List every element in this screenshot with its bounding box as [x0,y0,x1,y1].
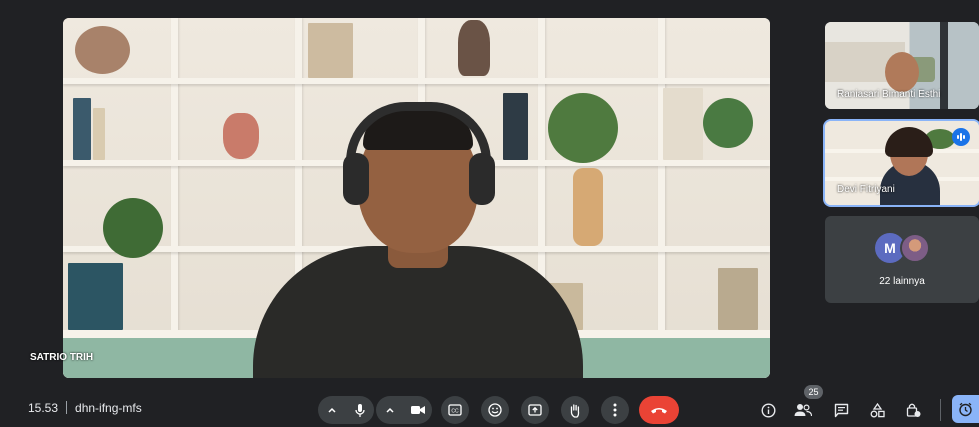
mic-icon[interactable] [346,396,374,424]
info-button[interactable] [757,399,779,421]
camera-control[interactable] [376,396,432,424]
speaking-indicator [952,128,970,146]
host-controls-icon [906,403,920,417]
divider [940,399,941,421]
others-tile[interactable] [825,216,979,303]
timer-button[interactable] [952,395,979,423]
activities-button[interactable] [866,399,888,421]
tile-2-name: Devi Fitriyani [837,184,895,195]
mic-control[interactable] [318,396,374,424]
end-call-icon [651,408,667,414]
info-icon [760,402,776,418]
camera-icon[interactable] [404,396,432,424]
emoji-button[interactable] [481,396,509,424]
meeting-details: 15.53 dhn-ifng-mfs [28,401,142,415]
captions-button[interactable]: CC [441,396,469,424]
main-video [63,18,770,378]
more-options-button[interactable] [601,396,629,424]
more-options-icon [613,403,617,417]
participants-count-badge: 25 [804,385,823,399]
avatar-photo [900,233,930,263]
activities-icon [870,402,885,417]
participant-tile-1[interactable]: Raniasari Bimanti Esthi [825,22,979,109]
host-controls-button[interactable] [902,399,924,421]
people-button[interactable] [792,399,814,421]
people-icon [794,404,812,417]
present-button[interactable] [521,396,549,424]
raise-hand-icon [570,403,580,418]
end-call-button[interactable] [639,396,679,424]
chat-button[interactable] [830,399,852,421]
present-icon [528,404,542,416]
chat-icon [834,403,848,417]
chevron-up-icon[interactable] [376,396,404,424]
clock-time: 15.53 [28,401,59,415]
raise-hand-button[interactable] [561,396,589,424]
chevron-up-icon[interactable] [318,396,346,424]
tile-1-name: Raniasari Bimanti Esthi [837,89,941,100]
svg-text:CC: CC [451,409,459,415]
main-speaker-name: SATRIO TRIH [30,352,94,363]
meeting-code: dhn-ifng-mfs [75,401,142,415]
captions-icon: CC [448,404,462,416]
divider [66,401,68,414]
emoji-icon [488,403,502,417]
others-count-label: 22 lainnya [879,276,925,287]
timer-icon [959,402,972,416]
